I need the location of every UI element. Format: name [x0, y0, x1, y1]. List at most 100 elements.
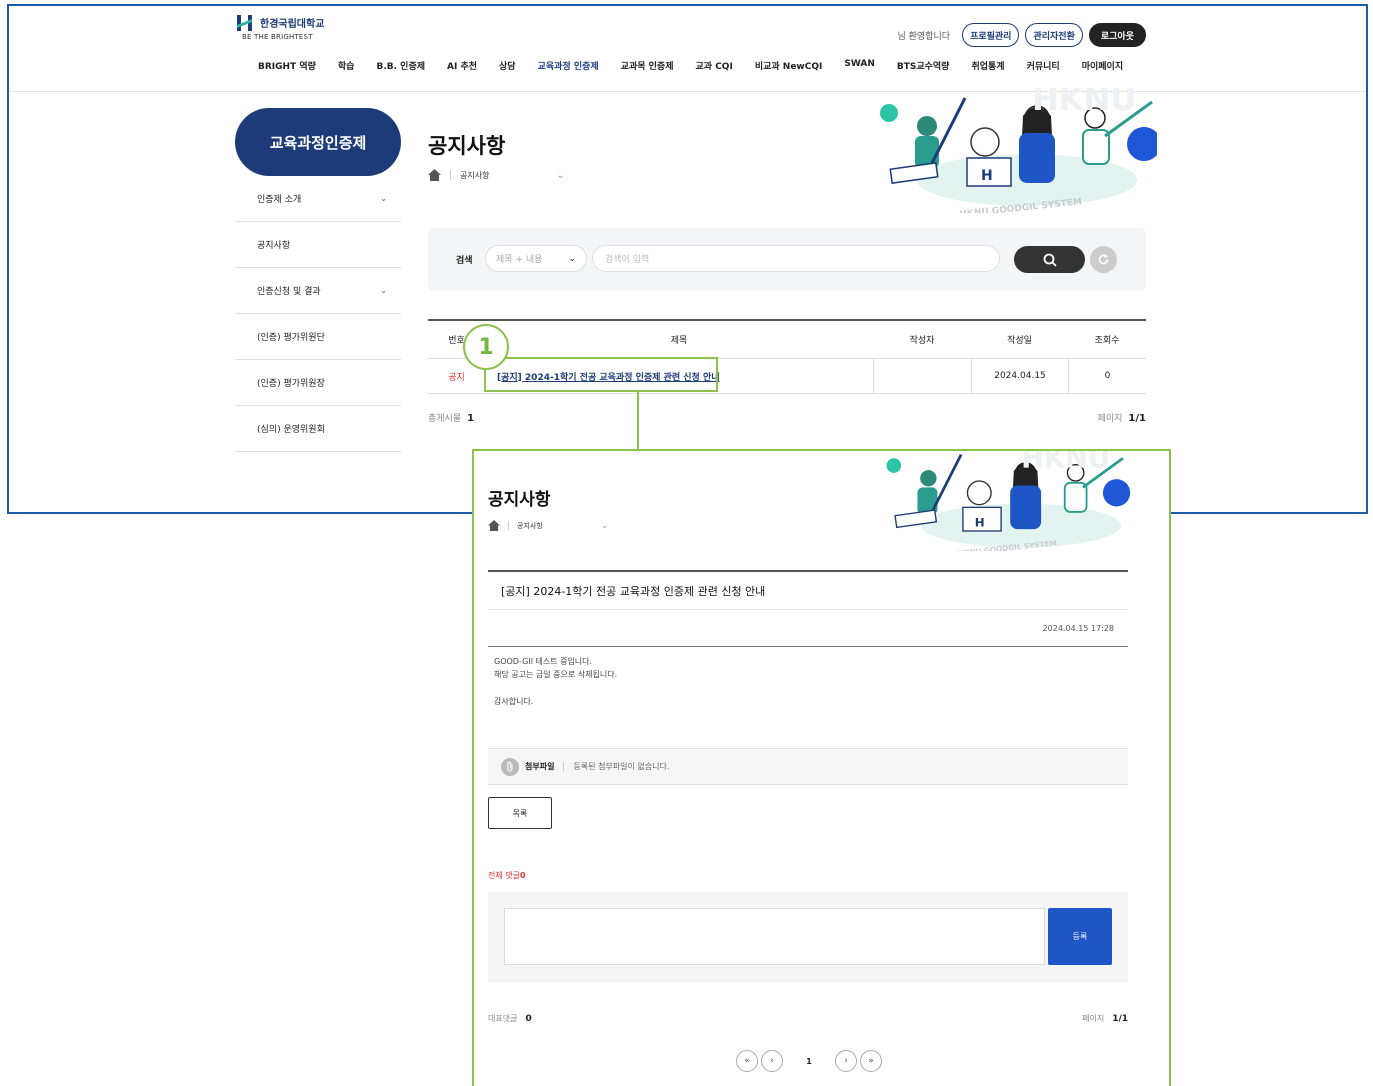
search-icon: [1043, 253, 1057, 267]
sidebar-item-label: (인증) 평가위원단: [257, 333, 325, 343]
svg-text:HKNU: HKNU: [1032, 88, 1136, 118]
sidebar-item-steering[interactable]: (심의) 운영위원회: [235, 406, 401, 452]
reset-button[interactable]: [1090, 246, 1117, 273]
nav-community[interactable]: 커뮤니티: [1027, 59, 1060, 72]
sidebar-item-eval-committee[interactable]: (인증) 평가위원단: [235, 314, 401, 360]
home-icon[interactable]: [488, 520, 500, 531]
chevron-down-icon: ⌄: [568, 253, 576, 264]
sidebar-item-notice[interactable]: 공지사항: [235, 222, 401, 268]
post-detail-date: 2024.04.15 17:28: [488, 610, 1128, 647]
post-content-line: GOOD-GIl 테스트 중입니다.: [494, 657, 593, 666]
total-posts-label: 총게시물: [428, 414, 462, 424]
comment-count-value: 0: [519, 871, 526, 880]
last-page-button[interactable]: »: [860, 1050, 882, 1072]
page-indicator: 페이지 1/1: [1098, 411, 1146, 424]
comment-submit-button[interactable]: 등록: [1048, 908, 1112, 965]
nav-bb-cert[interactable]: B.B. 인증제: [376, 59, 425, 72]
col-writer: 작성자: [909, 336, 935, 346]
chevron-down-icon[interactable]: ⌄: [556, 170, 564, 181]
nav-bright[interactable]: BRIGHT 역량: [258, 59, 316, 72]
board-header-row: 번호 제목 작성자 작성일 조회수: [428, 319, 1146, 359]
post-detail-title: [공지] 2024-1학기 전공 교육과정 인증제 관련 신청 안내: [488, 570, 1128, 610]
page-indicator-value: 1/1: [1128, 413, 1146, 424]
detail-breadcrumb: 공지사항 ⌄: [488, 520, 608, 531]
attachment-divider: [563, 761, 565, 772]
nav-ai-recommend[interactable]: AI 추천: [447, 59, 477, 72]
rep-comments-label: 대표댓글: [488, 1014, 518, 1023]
comment-textarea[interactable]: [504, 908, 1045, 965]
comment-form: 등록: [488, 892, 1128, 982]
list-button[interactable]: 목록: [488, 797, 552, 829]
sidebar-item-intro[interactable]: 인증제 소개 ⌄: [235, 176, 401, 222]
attachment-row: 첨부파일 등록된 첨부파일이 없습니다.: [488, 748, 1128, 785]
board-footer: 총게시물 1 페이지 1/1: [428, 411, 1146, 424]
breadcrumb: 공지사항 ⌄: [428, 169, 565, 181]
comment-footer: 대표댓글 0 페이지 1/1: [488, 1013, 1128, 1024]
home-icon[interactable]: [428, 169, 441, 181]
chevron-down-icon[interactable]: ⌄: [601, 521, 609, 531]
svg-text:H: H: [975, 515, 985, 529]
svg-text:H: H: [981, 168, 993, 184]
breadcrumb-divider: [450, 170, 451, 180]
sidebar-item-apply-result[interactable]: 인증신청 및 결과 ⌄: [235, 268, 401, 314]
sidebar-title: 교육과정인증제: [235, 108, 401, 176]
page-indicator: 페이지 1/1: [1082, 1013, 1128, 1024]
logout-button[interactable]: 로그아웃: [1088, 23, 1146, 47]
page-indicator-label: 페이지: [1082, 1014, 1105, 1023]
prev-page-button[interactable]: ‹: [761, 1050, 783, 1072]
university-logo-icon: [237, 15, 252, 31]
sidebar: 교육과정인증제 인증제 소개 ⌄ 공지사항 인증신청 및 결과 ⌄ (인증) 평…: [235, 108, 401, 452]
site-header: 한경국립대학교 BE THE BRIGHTEST 님 환영합니다 프로필관리 관…: [9, 6, 1366, 92]
refresh-icon: [1098, 254, 1109, 265]
first-page-button[interactable]: «: [736, 1050, 758, 1072]
main-page-frame: 한경국립대학교 BE THE BRIGHTEST 님 환영합니다 프로필관리 관…: [7, 4, 1368, 514]
detail-page-title: 공지사항: [488, 490, 551, 510]
total-posts-count: 1: [467, 413, 475, 424]
attachment-empty-text: 등록된 첨부파일이 없습니다.: [573, 762, 670, 771]
admin-switch-button[interactable]: 관리자전환: [1025, 23, 1083, 47]
nav-mypage[interactable]: 마이페이지: [1082, 59, 1123, 72]
pagination: « ‹ 1 › »: [736, 1050, 882, 1072]
paperclip-icon: [501, 757, 519, 776]
search-type-select[interactable]: 제목 + 내용 ⌄: [485, 245, 587, 272]
welcome-text: 님 환영합니다: [897, 31, 951, 42]
nav-learning[interactable]: 학습: [338, 59, 355, 72]
search-type-value: 제목 + 내용: [496, 255, 543, 265]
breadcrumb-current[interactable]: 공지사항: [460, 170, 489, 181]
nav-curriculum-cert[interactable]: 교육과정 인증제: [538, 59, 599, 72]
svg-text:HKNU: HKNU: [1021, 451, 1110, 474]
page-indicator-value: 1/1: [1112, 1014, 1128, 1024]
step-badge: 1: [463, 324, 509, 370]
next-page-button[interactable]: ›: [835, 1050, 857, 1072]
col-date: 작성일: [1007, 336, 1032, 346]
nav-bts[interactable]: BTS교수역량: [897, 59, 950, 72]
nav-course-cqi[interactable]: 교과 CQI: [696, 59, 733, 72]
breadcrumb-current[interactable]: 공지사항: [517, 521, 543, 531]
nav-employment[interactable]: 취업통계: [971, 59, 1004, 72]
total-posts: 총게시물 1: [428, 411, 474, 424]
rep-comments: 대표댓글 0: [488, 1013, 532, 1024]
rep-comments-count: 0: [525, 1014, 532, 1024]
search-placeholder: 검색어 입력: [605, 255, 650, 265]
global-nav: BRIGHT 역량 학습 B.B. 인증제 AI 추천 상담 교육과정 인증제 …: [258, 59, 1123, 72]
highlight-box: [484, 357, 718, 392]
nav-counsel[interactable]: 상담: [499, 59, 516, 72]
comment-count-label: 전체 댓글: [488, 871, 520, 880]
nav-extracurricular-cqi[interactable]: 비교과 NewCQI: [755, 59, 823, 72]
sidebar-item-eval-chair[interactable]: (인증) 평가위원장: [235, 360, 401, 406]
attachment-label: 첨부파일: [525, 762, 555, 771]
post-content: GOOD-GIl 테스트 중입니다. 해당 공고는 금일 중으로 삭제됩니다. …: [488, 647, 1128, 748]
nav-swan[interactable]: SWAN: [844, 59, 875, 72]
col-views: 조회수: [1094, 336, 1120, 346]
nav-course-cert[interactable]: 교과목 인증제: [621, 59, 674, 72]
sidebar-item-label: (심의) 운영위원회: [257, 425, 325, 435]
breadcrumb-divider: [508, 521, 509, 530]
post-content-line: 해당 공고는 금일 중으로 삭제됩니다.: [494, 670, 618, 679]
search-button[interactable]: [1014, 246, 1085, 273]
comment-count: 전체 댓글0: [488, 870, 526, 881]
page-indicator-label: 페이지: [1097, 414, 1123, 424]
page-number[interactable]: 1: [786, 1057, 832, 1066]
search-input[interactable]: 검색어 입력: [592, 245, 1000, 272]
sidebar-item-label: (인증) 평가위원장: [257, 379, 325, 389]
profile-button[interactable]: 프로필관리: [962, 23, 1020, 47]
